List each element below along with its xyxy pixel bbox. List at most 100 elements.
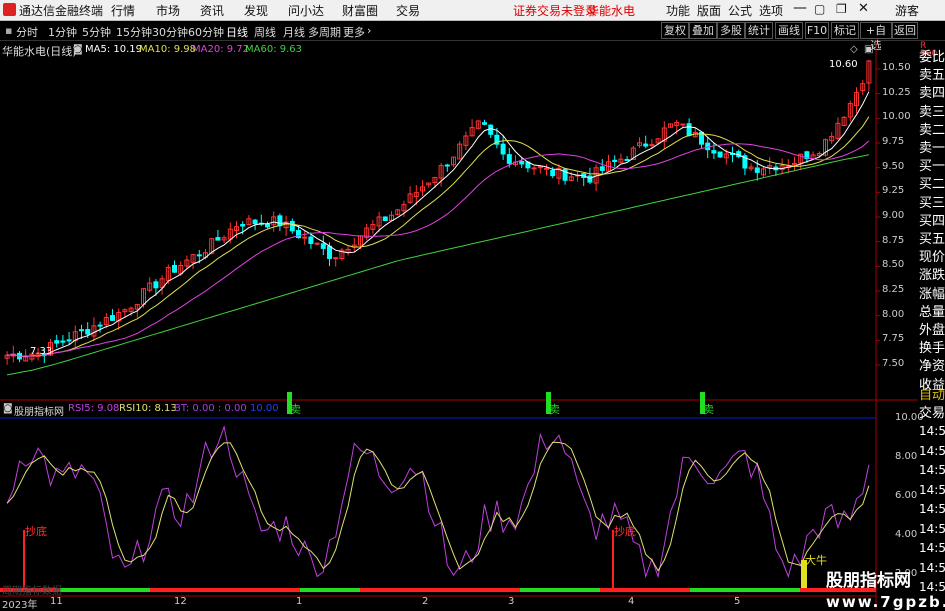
side-label[interactable]: 净资: [919, 355, 945, 374]
rsi5-line: [6, 424, 870, 579]
trade-time: 14:56: [919, 443, 945, 458]
watermark-title: 股朋指标网: [826, 571, 911, 591]
ma20-line: [7, 140, 870, 357]
btn-zixuan[interactable]: +自选: [860, 22, 892, 52]
candle-body: [500, 143, 506, 155]
menu-item-jiaoyi[interactable]: 交易: [396, 2, 420, 19]
trade-time: 14:56: [919, 463, 945, 477]
candle-body: [289, 220, 295, 232]
period-monthly[interactable]: 月线: [283, 24, 305, 40]
price-tick-label: 10.25: [882, 86, 911, 98]
period-15min[interactable]: 15分钟: [116, 24, 152, 40]
menu-item-shichang[interactable]: 市场: [156, 2, 180, 19]
trade-label[interactable]: 交易: [919, 402, 945, 421]
trend-bar-segment: [690, 588, 800, 592]
more-chevron-icon[interactable]: ›: [367, 24, 371, 37]
btn-fuquan[interactable]: 复权: [661, 22, 689, 39]
date-tick-label: 12: [174, 596, 187, 607]
candle-body: [320, 243, 326, 249]
menu-item-zixun[interactable]: 资讯: [200, 2, 224, 19]
side-label[interactable]: 买二: [919, 173, 945, 192]
guest-label[interactable]: 游客: [895, 2, 919, 19]
btn-duogu[interactable]: 多股: [717, 22, 745, 39]
period-weekly[interactable]: 周线: [254, 24, 276, 40]
indicator-settings-icon[interactable]: ◙: [3, 403, 13, 414]
menu-item-gongneng[interactable]: 功能: [666, 2, 690, 19]
side-label[interactable]: 卖三: [919, 101, 945, 120]
side-label[interactable]: 买四: [919, 210, 945, 229]
period-30min[interactable]: 30分钟: [152, 24, 188, 40]
period-fenshi[interactable]: 分时: [16, 24, 38, 40]
trade-time: 14:56: [919, 580, 945, 594]
btn-tongji[interactable]: 统计: [745, 22, 773, 39]
side-label[interactable]: 现价: [919, 246, 945, 265]
side-label[interactable]: 卖五: [919, 64, 945, 83]
ma5-label: MA5: 10.19: [85, 44, 143, 55]
kline-chart[interactable]: 卖 卖 卖抄底 抄底大牛: [0, 40, 918, 609]
btn-fanhui[interactable]: 返回: [892, 22, 918, 39]
indicator-name[interactable]: 股朋指标网: [14, 403, 64, 418]
window-icon[interactable]: ▣: [864, 44, 873, 55]
trade-time: 14:56: [919, 424, 945, 438]
menu-item-xuanxiang[interactable]: 选项: [759, 2, 783, 19]
period-multi[interactable]: 多周期: [308, 24, 341, 40]
side-label[interactable]: 涨跌: [919, 264, 945, 283]
login-notice[interactable]: 证券交易未登录: [513, 2, 597, 19]
candle-body: [488, 124, 494, 135]
trend-bar-segment: [520, 588, 600, 592]
maximize-icon[interactable]: ▢: [814, 2, 825, 16]
restore-icon[interactable]: ❐: [836, 2, 847, 16]
menu-item-caifuquan[interactable]: 财富圈: [342, 2, 378, 19]
side-label[interactable]: 卖二: [919, 119, 945, 138]
btn-diejia[interactable]: 叠加: [689, 22, 717, 39]
side-label[interactable]: 外盘: [919, 319, 945, 338]
candle-body: [215, 237, 221, 241]
candle-body: [110, 315, 115, 321]
side-label[interactable]: 总量: [919, 301, 945, 320]
candle-body: [612, 159, 618, 162]
trend-bar-segment: [360, 588, 520, 592]
ma10-label: MA10: 9.98: [139, 44, 197, 55]
minimize-icon[interactable]: —: [793, 0, 807, 16]
side-label[interactable]: 买五: [919, 228, 945, 247]
menu-item-banmian[interactable]: 版面: [697, 2, 721, 19]
period-daily[interactable]: 日线: [226, 24, 248, 40]
settings-circle-icon[interactable]: ◙: [73, 44, 83, 55]
date-tick-label: 1: [296, 596, 303, 607]
side-label[interactable]: 涨幅: [919, 283, 945, 302]
candle-body: [711, 150, 717, 154]
trend-bar-segment: [150, 588, 300, 592]
price-tick-label: 8.25: [882, 284, 905, 295]
candle-body: [624, 158, 630, 161]
diamond-icon[interactable]: ◇: [850, 44, 858, 55]
menu-item-faxian[interactable]: 发现: [244, 2, 268, 19]
candlestick-series: [4, 59, 872, 365]
candle-body: [382, 216, 388, 221]
side-label[interactable]: 换手: [919, 337, 945, 356]
period-more[interactable]: 更多: [343, 24, 365, 40]
btn-biaoji[interactable]: 标记: [831, 22, 859, 39]
candle-body: [265, 223, 270, 228]
close-icon[interactable]: ✕: [858, 1, 869, 16]
candle-body: [196, 254, 202, 257]
side-label[interactable]: 卖一: [919, 137, 945, 156]
trend-bar-segment: [60, 588, 150, 592]
period-60min[interactable]: 60分钟: [188, 24, 224, 40]
rsi-tick-label: 8.00: [895, 450, 918, 462]
menu-item-hangqing[interactable]: 行情: [111, 2, 135, 19]
side-label[interactable]: 买三: [919, 192, 945, 211]
menu-item-wenxiaoda[interactable]: 问小达: [288, 2, 324, 19]
btn-huaxian[interactable]: 画线: [775, 22, 803, 39]
auto-trade-label[interactable]: 自动: [919, 384, 945, 403]
rsi-tick-label: 4.00: [895, 528, 918, 540]
side-label[interactable]: 委比: [919, 46, 945, 65]
btn-f10[interactable]: F10: [805, 22, 829, 39]
side-label[interactable]: 买一: [919, 155, 945, 174]
period-5min[interactable]: 5分钟: [82, 24, 111, 40]
menu-item-gongshi[interactable]: 公式: [728, 2, 752, 19]
sell-signal-label: 卖: [549, 403, 560, 416]
period-1min[interactable]: 1分钟: [48, 24, 77, 40]
side-label[interactable]: 卖四: [919, 82, 945, 101]
bottom-signal-label: 抄底: [614, 524, 636, 538]
candle-body: [54, 340, 60, 344]
